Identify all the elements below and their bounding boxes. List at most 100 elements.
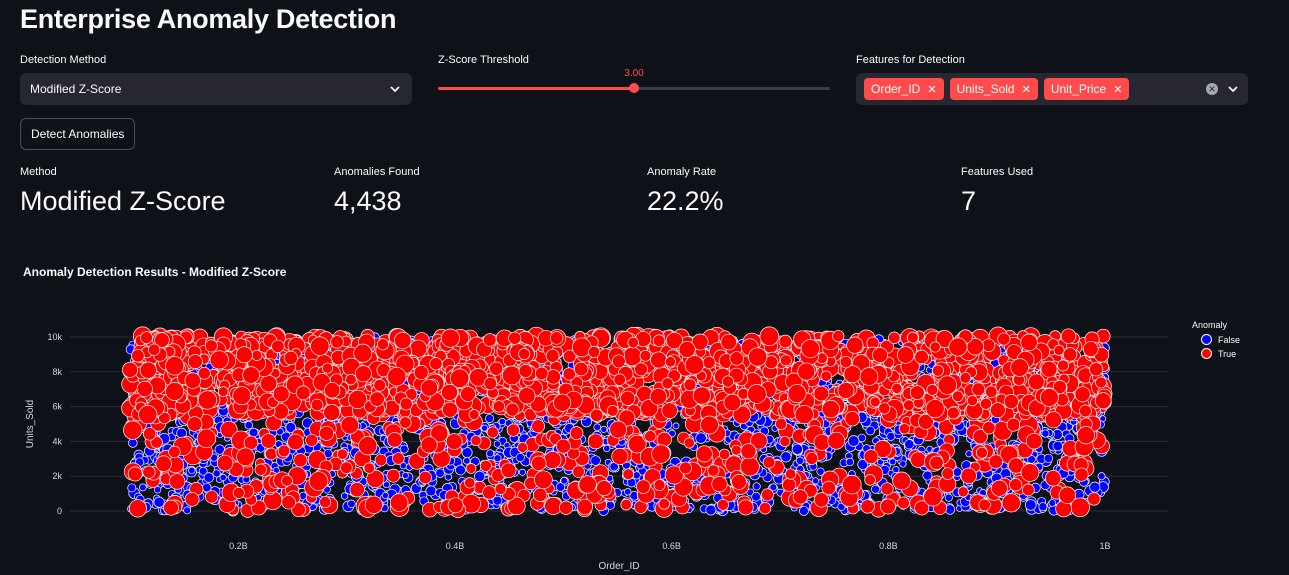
point-true: [846, 336, 864, 354]
point-false: [139, 483, 147, 492]
point-true: [622, 468, 635, 480]
point-true: [653, 479, 666, 491]
metric-value: 4,438: [334, 186, 402, 216]
point-true: [576, 498, 593, 515]
point-true: [197, 390, 218, 410]
point-true: [140, 331, 153, 344]
point-true: [731, 474, 747, 490]
point-true: [661, 377, 674, 390]
point-true: [820, 370, 832, 382]
metric-label: Method: [20, 166, 57, 178]
point-true: [652, 334, 666, 347]
point-false: [1089, 481, 1101, 493]
point-false: [1043, 453, 1054, 464]
y-axis-label: Units_Sold: [25, 400, 36, 448]
detect-anomalies-button[interactable]: Detect Anomalies: [20, 118, 136, 150]
point-true: [844, 410, 861, 427]
point-true: [572, 465, 585, 478]
threshold-slider[interactable]: 3.00: [438, 66, 830, 96]
chevron-down-icon: [388, 82, 402, 96]
point-true: [627, 336, 639, 349]
chart-legend[interactable]: Anomaly False True: [1192, 320, 1240, 362]
point-true: [636, 479, 651, 494]
point-true: [169, 473, 186, 490]
legend-item-false[interactable]: False: [1201, 334, 1240, 345]
point-true: [896, 346, 915, 364]
point-true: [413, 365, 429, 380]
point-true: [399, 416, 412, 429]
point-false: [752, 482, 761, 491]
detection-method-select[interactable]: Modified Z-Score: [20, 73, 412, 105]
point-true: [235, 346, 253, 364]
point-false: [1041, 429, 1050, 438]
point-true: [369, 391, 385, 407]
point-false: [127, 483, 137, 493]
point-true: [692, 386, 711, 405]
point-true: [196, 428, 217, 449]
point-true: [569, 426, 584, 440]
point-true: [251, 349, 263, 361]
point-true: [651, 444, 671, 464]
point-true: [518, 364, 533, 378]
remove-icon[interactable]: ✕: [927, 83, 936, 96]
point-true: [880, 482, 894, 496]
remove-icon[interactable]: ✕: [1022, 83, 1031, 96]
point-true: [948, 337, 968, 357]
metric-label: Anomalies Found: [334, 166, 420, 178]
scatter-plot[interactable]: 02k4k6k8k10k0.2B 0.4B 0.6B 0.8B 1BOrder_IDUn…: [0, 290, 1289, 575]
point-true: [683, 378, 697, 392]
feature-tag-order-id[interactable]: Order_ID ✕: [864, 78, 944, 100]
point-true: [1022, 483, 1035, 497]
point-true: [482, 485, 497, 500]
point-true: [951, 390, 964, 403]
feature-tag-units-sold[interactable]: Units_Sold ✕: [949, 78, 1038, 100]
point-true: [505, 402, 520, 417]
point-true: [324, 382, 341, 399]
legend-item-true[interactable]: True: [1201, 348, 1240, 359]
features-label: Features for Detection: [856, 54, 965, 66]
point-true: [679, 461, 692, 475]
point-true: [323, 404, 341, 421]
point-false: [780, 451, 792, 463]
point-false: [590, 455, 601, 466]
point-true: [702, 356, 716, 370]
point-true: [489, 361, 504, 376]
point-false: [593, 423, 602, 432]
point-true: [549, 331, 564, 345]
clear-all-icon[interactable]: ✕: [1206, 83, 1218, 95]
point-true: [740, 443, 757, 460]
point-true: [518, 348, 531, 360]
slider-thumb[interactable]: [629, 83, 639, 93]
point-true: [740, 456, 760, 477]
point-false: [799, 506, 809, 516]
point-false: [560, 476, 568, 485]
point-false: [455, 464, 466, 476]
point-true: [322, 362, 334, 374]
point-true: [762, 456, 776, 469]
app-page: Enterprise Anomaly Detection Detection M…: [0, 0, 1289, 575]
point-true: [792, 489, 809, 505]
point-true: [813, 492, 830, 508]
point-true: [759, 326, 780, 346]
remove-icon[interactable]: ✕: [1113, 83, 1122, 96]
point-true: [184, 492, 200, 507]
point-true: [409, 339, 428, 358]
point-true: [925, 399, 945, 419]
point-true: [800, 339, 820, 359]
point-true: [216, 454, 234, 472]
point-true: [729, 351, 744, 366]
point-true: [926, 384, 939, 396]
point-true: [168, 445, 181, 459]
point-false: [791, 443, 803, 455]
point-true: [1020, 333, 1038, 352]
point-true: [1020, 463, 1040, 482]
x-axis-label: Order_ID: [598, 561, 639, 572]
point-true: [596, 480, 613, 497]
point-true: [1076, 426, 1096, 445]
features-multiselect[interactable]: Order_ID ✕ Units_Sold ✕ Unit_Price ✕ ✕: [856, 73, 1248, 105]
chevron-down-icon[interactable]: [1226, 82, 1240, 96]
feature-tag-unit-price[interactable]: Unit_Price ✕: [1043, 78, 1130, 100]
point-true: [981, 338, 996, 352]
point-true: [420, 436, 438, 454]
point-false: [751, 491, 761, 502]
